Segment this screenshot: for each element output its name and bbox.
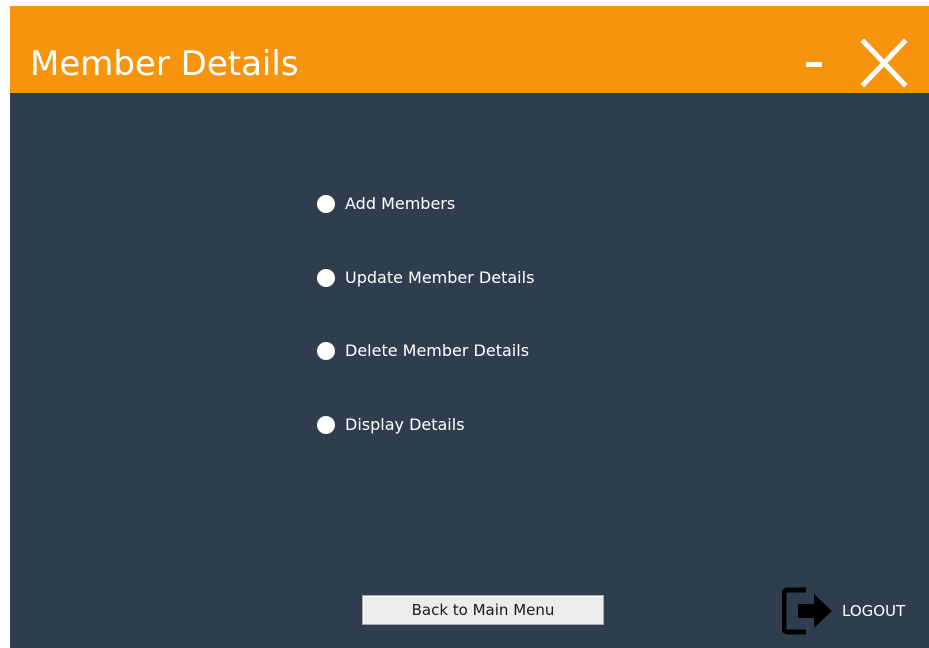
option-add-members[interactable]: Add Members <box>317 192 455 216</box>
title-bar: Member Details <box>10 6 929 93</box>
option-display-details[interactable]: Display Details <box>317 413 465 437</box>
minimize-icon <box>806 62 822 67</box>
option-delete-member-details[interactable]: Delete Member Details <box>317 339 529 363</box>
minimize-button[interactable] <box>804 52 824 76</box>
window-title: Member Details <box>30 44 299 84</box>
option-label: Update Member Details <box>345 268 535 287</box>
close-button[interactable] <box>856 28 912 92</box>
radio-button[interactable] <box>317 416 335 434</box>
option-label: Delete Member Details <box>345 341 530 360</box>
logout-icon <box>782 587 832 635</box>
member-details-window: Member Details Add Members Update Member… <box>10 6 929 648</box>
back-to-main-menu-button[interactable]: Back to Main Menu <box>362 595 604 625</box>
option-label: Add Members <box>345 194 456 213</box>
logout-label: LOGOUT <box>842 602 906 620</box>
radio-button[interactable] <box>317 195 335 213</box>
logout-button[interactable]: LOGOUT <box>782 586 922 636</box>
close-icon <box>860 38 908 88</box>
radio-button[interactable] <box>317 269 335 287</box>
option-update-member-details[interactable]: Update Member Details <box>317 266 534 290</box>
radio-button[interactable] <box>317 342 335 360</box>
option-label: Display Details <box>345 415 465 434</box>
